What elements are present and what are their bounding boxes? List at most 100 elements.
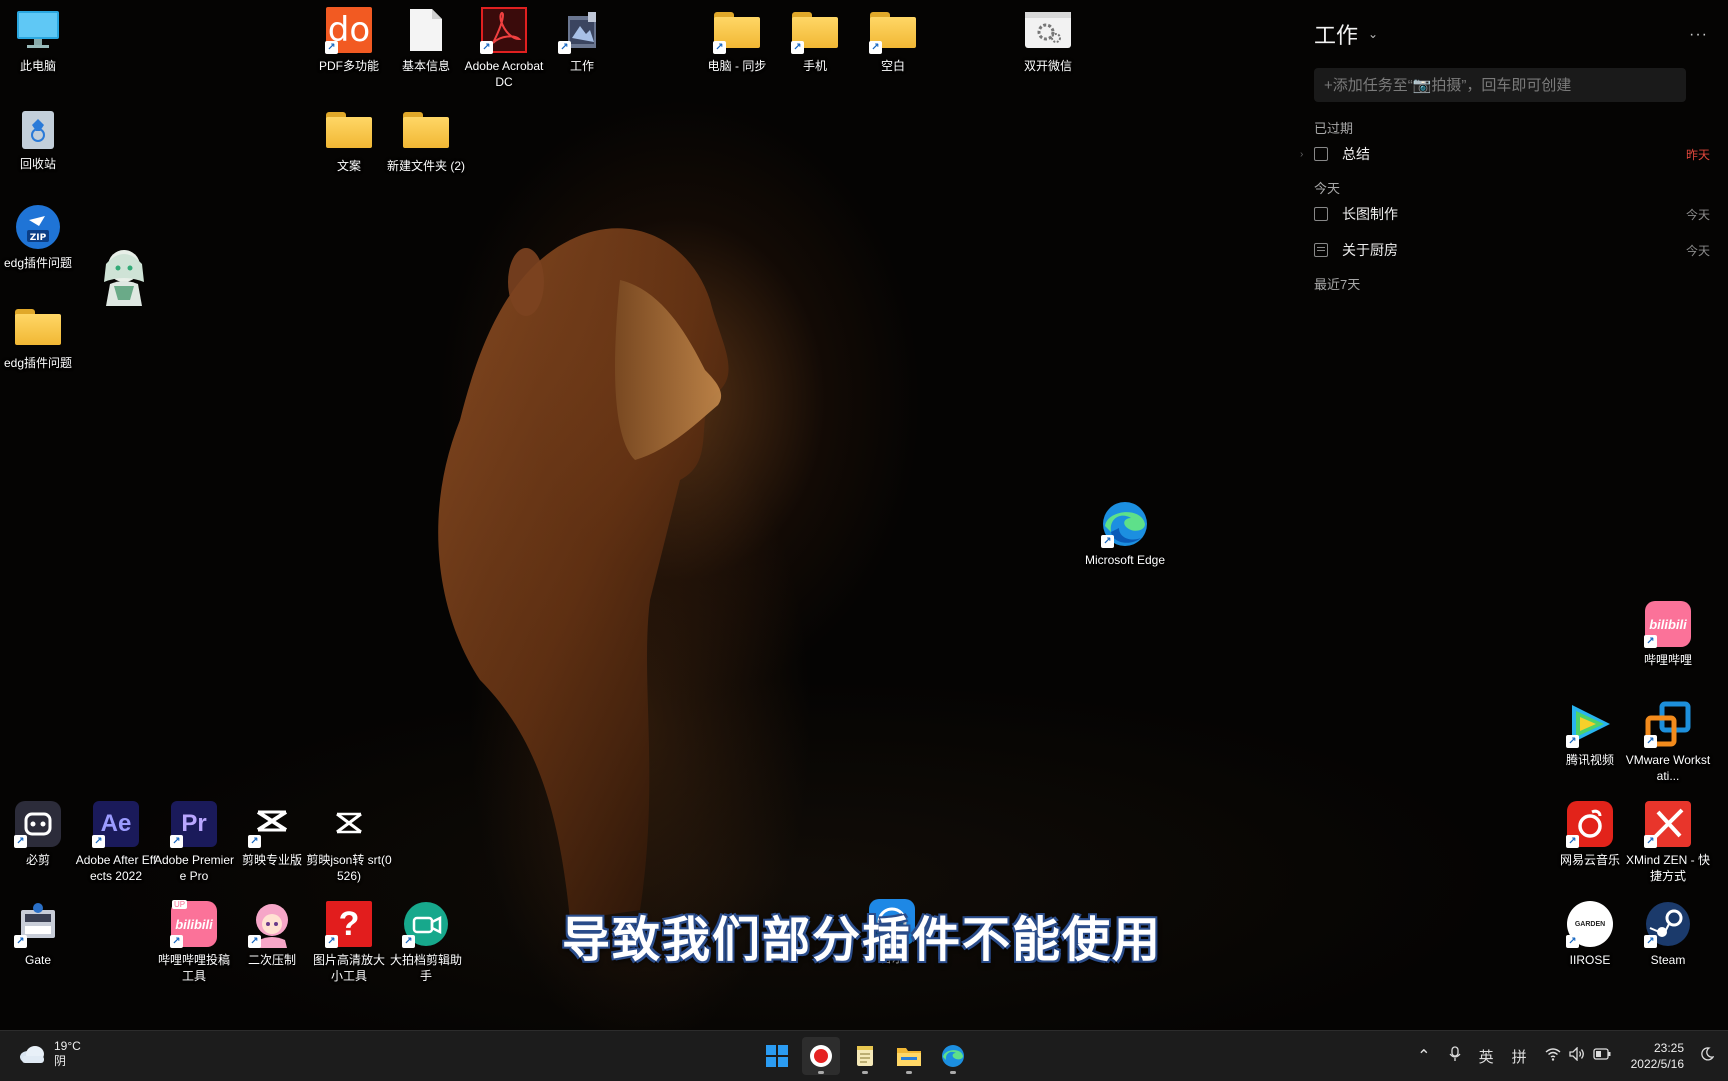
desktop-icon-label: 此电脑 — [19, 59, 56, 73]
desktop-icon-bilibili[interactable]: bilibili ↗ 哔哩哔哩 — [1628, 600, 1708, 668]
desktop-icon-label: 手机 — [802, 59, 827, 73]
svg-text:ZIP: ZIP — [30, 233, 47, 243]
anime-girl-icon: ↗ — [248, 900, 296, 948]
weather-temperature: 19°C — [54, 1039, 81, 1053]
desktop-icon-iirose[interactable]: GARDEN ↗ IIROSE — [1550, 900, 1630, 968]
desktop-icon-premiere[interactable]: Pr ↗ Adobe Premiere Pro — [154, 800, 234, 884]
desktop-icon-bili-upload[interactable]: bilibili UP ↗ 哔哩哔哩投稿 工具 — [154, 900, 234, 984]
desktop-icon-jianying-json[interactable]: 剪映json转 srt(0526) — [306, 800, 392, 884]
weather-widget[interactable]: 19°C 阴 — [18, 1039, 81, 1069]
desktop-icon-edge[interactable]: ↗ Microsoft Edge — [1085, 500, 1165, 568]
folder-icon: ↗ — [869, 6, 917, 54]
anime-character-icon[interactable] — [92, 244, 156, 308]
shortcut-arrow-icon: ↗ — [170, 935, 183, 948]
desktop-icon-label: 剪映专业版 — [241, 853, 302, 867]
desktop-icon-blank[interactable]: ↗ 空白 — [853, 6, 933, 74]
clock-date: 2022/5/16 — [1630, 1057, 1684, 1071]
desktop-icon-gate[interactable]: ↗ Gate — [0, 900, 78, 968]
desktop-icon-steam[interactable]: ↗ Steam — [1628, 900, 1708, 968]
running-indicator — [950, 1071, 956, 1074]
desktop-icon-pc-sync[interactable]: ↗ 电脑 - 同步 — [697, 6, 777, 74]
video-clapper-icon: ↗ — [558, 6, 606, 54]
desktop-icon-label: Steam — [1650, 953, 1686, 967]
desktop-icon-recycle-bin[interactable]: 回收站 — [0, 104, 78, 172]
task-checkbox[interactable] — [1314, 147, 1328, 161]
desktop-icon-label: Gate — [24, 953, 51, 967]
monitor-icon — [14, 6, 62, 54]
taskbar: 19°C 阴 ⌃ 英 拼 23:25 2022/5/16 — [0, 1030, 1728, 1081]
desktop-icon-edg-folder[interactable]: edg插件问题 — [0, 303, 78, 371]
task-due-date: 昨天 — [1685, 147, 1710, 162]
desktop-icon-edg-zip[interactable]: ZIP edg插件问题 — [0, 203, 78, 271]
taskbar-recorder[interactable] — [802, 1037, 840, 1075]
ime-language-indicator[interactable]: 英 — [1479, 1046, 1494, 1067]
chevron-right-icon: › — [1300, 148, 1304, 160]
xmind-icon: ↗ — [1644, 800, 1692, 848]
battery-icon[interactable] — [1592, 1047, 1611, 1065]
desktop-icon-label: edg插件问题 — [3, 356, 73, 370]
taskbar-notepad[interactable] — [846, 1037, 884, 1075]
desktop-icon-dabai[interactable]: ↗ 大拍档剪辑助 手 — [386, 900, 466, 984]
desktop-icon-wenan[interactable]: 文案 — [309, 106, 389, 174]
desktop-icon-label: 哔哩哔哩 — [1643, 653, 1692, 667]
premiere-pro-icon: Pr ↗ — [170, 800, 218, 848]
running-indicator — [818, 1071, 824, 1074]
video-subtitle: 导致我们部分插件不能使用 — [562, 912, 1163, 968]
desktop-icon-upscale[interactable]: ? ↗ 图片高清放大 小工具 — [309, 900, 389, 984]
running-indicator — [862, 1071, 868, 1074]
desktop-icon-pdf[interactable]: do ↗ PDF多功能 — [309, 6, 389, 74]
do-not-disturb-moon-icon[interactable] — [1700, 1046, 1715, 1066]
taskbar-edge[interactable] — [934, 1037, 972, 1075]
chevron-up-icon[interactable]: ⌃ — [1417, 1046, 1430, 1066]
task-item[interactable]: 关于厨房 今天 — [1314, 232, 1714, 268]
desktop-icon-acrobat[interactable]: ↗ Adobe Acrobat DC — [464, 6, 544, 90]
task-item[interactable]: 长图制作 今天 — [1314, 196, 1714, 232]
shortcut-arrow-icon: ↗ — [170, 835, 183, 848]
task-item[interactable]: › 总结 昨天 — [1300, 136, 1714, 172]
shortcut-arrow-icon: ↗ — [1644, 935, 1657, 948]
task-label: 关于厨房 — [1342, 242, 1398, 258]
weather-description: 阴 — [54, 1054, 67, 1068]
desktop-icon-this-pc[interactable]: 此电脑 — [0, 6, 78, 74]
note-icon[interactable] — [1314, 243, 1328, 257]
system-tray: ⌃ 英 拼 23:25 2022/5/16 — [1417, 1031, 1728, 1081]
volume-icon[interactable] — [1568, 1045, 1585, 1066]
shortcut-arrow-icon: ↗ — [1644, 735, 1657, 748]
desktop-icon-work[interactable]: ↗ 工作 — [542, 6, 622, 74]
shortcut-arrow-icon: ↗ — [1566, 835, 1579, 848]
desktop-icon-basic-info[interactable]: 基本信息 — [386, 6, 466, 74]
up-badge: UP — [172, 900, 188, 909]
section-last-7-days: 最近7天 — [1314, 277, 1361, 292]
netease-music-icon: ↗ — [1566, 800, 1614, 848]
wifi-icon[interactable] — [1545, 1047, 1561, 1066]
desktop-icon-label: 二次压制 — [247, 953, 296, 967]
desktop-icon-label: Adobe Premiere Pro — [153, 853, 235, 883]
system-clock[interactable]: 23:25 2022/5/16 — [1631, 1040, 1684, 1072]
section-today: 今天 — [1314, 181, 1341, 196]
desktop-icon-new-folder[interactable]: 新建文件夹 (2) — [386, 106, 466, 174]
desktop-icon-compress[interactable]: ↗ 二次压制 — [232, 900, 312, 968]
more-options-icon[interactable]: ··· — [1689, 26, 1708, 44]
desktop-icon-bijian[interactable]: ↗ 必剪 — [0, 800, 78, 868]
microphone-icon[interactable] — [1449, 1045, 1461, 1067]
add-task-input[interactable] — [1314, 68, 1686, 102]
desktop-icon-jianying[interactable]: ↗ 剪映专业版 — [232, 800, 312, 868]
ime-mode-indicator[interactable]: 拼 — [1512, 1046, 1527, 1067]
folder-icon: ↗ — [791, 6, 839, 54]
desktop-icon-xmind[interactable]: ↗ XMind ZEN - 快捷方式 — [1626, 800, 1710, 884]
desktop-icon-vmware[interactable]: ↗ VMware Workstati... — [1626, 700, 1710, 784]
desktop-icon-after-effects[interactable]: Ae ↗ Adobe After Effects 2022 — [76, 800, 156, 884]
desktop-icon-netease-music[interactable]: ↗ 网易云音乐 — [1550, 800, 1630, 868]
shortcut-arrow-icon: ↗ — [713, 41, 726, 54]
desktop-icon-tencent-video[interactable]: ↗ 腾讯视频 — [1550, 700, 1630, 768]
desktop-icon-dual-wechat[interactable]: 双开微信 — [1008, 6, 1088, 74]
gate-icon: ↗ — [14, 900, 62, 948]
taskbar-file-explorer[interactable] — [890, 1037, 928, 1075]
iirose-garden-icon: GARDEN ↗ — [1566, 900, 1614, 948]
desktop-icon-phone[interactable]: ↗ 手机 — [775, 6, 855, 74]
desktop-icon-label: 新建文件夹 (2) — [386, 159, 465, 173]
running-indicator — [906, 1071, 912, 1074]
task-checkbox[interactable] — [1314, 207, 1328, 221]
list-selector[interactable]: 工作 ⌄ — [1314, 18, 1714, 50]
start-button[interactable] — [758, 1037, 796, 1075]
